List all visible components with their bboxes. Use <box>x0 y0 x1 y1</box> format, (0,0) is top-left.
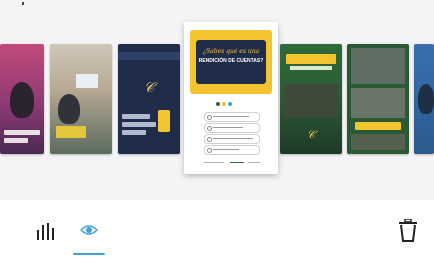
quiz-option <box>204 134 260 144</box>
event-photo <box>284 84 338 118</box>
logo-dot <box>216 102 220 106</box>
caption-bar <box>4 138 28 143</box>
featured-header: ¿Sabes qué es una RENDICIÓN DE CUENTAS? <box>190 30 272 94</box>
caption-bar <box>4 130 40 135</box>
story-thumbnail[interactable] <box>414 44 434 154</box>
poster-script-title: 𝒞 <box>143 80 155 96</box>
story-thumbnail[interactable] <box>50 44 112 154</box>
footer-line <box>230 162 244 163</box>
person-silhouette <box>418 84 434 114</box>
projector-screen <box>76 74 98 88</box>
featured-title-box: ¿Sabes qué es una RENDICIÓN DE CUENTAS? <box>196 40 266 84</box>
bottom-toolbar <box>0 200 434 259</box>
poster-line <box>122 122 156 127</box>
event-photo <box>351 48 405 84</box>
poster-line <box>122 114 150 119</box>
poster-header <box>118 52 180 60</box>
bar-chart-icon[interactable] <box>36 222 58 242</box>
poster-graphic <box>158 110 170 132</box>
person-silhouette <box>10 82 34 118</box>
quiz-option <box>204 145 260 155</box>
story-thumbnail[interactable]: 𝒞 <box>118 44 180 154</box>
footer-line <box>248 162 260 163</box>
active-tab-indicator <box>73 253 105 255</box>
poster-header <box>286 54 336 64</box>
event-photo <box>351 88 405 118</box>
featured-story-card[interactable]: ¿Sabes qué es una RENDICIÓN DE CUENTAS? <box>184 22 278 174</box>
poster-line <box>290 66 332 70</box>
story-thumbnail[interactable]: 𝒞 <box>280 44 342 154</box>
story-gallery: 𝒞 ¿Sabes qué es una RENDICIÓN DE CUENTAS… <box>0 0 434 200</box>
person-silhouette <box>58 94 80 124</box>
footer-line <box>204 162 224 163</box>
caption-block <box>56 126 86 138</box>
poster-line <box>122 130 146 135</box>
eye-icon[interactable] <box>80 223 98 237</box>
story-thumbnail[interactable] <box>347 44 409 154</box>
featured-title-script: ¿Sabes qué es una <box>202 48 260 55</box>
story-thumbnail[interactable] <box>0 44 44 154</box>
event-photo <box>351 134 405 150</box>
logo-dot <box>222 102 226 106</box>
cursor-mark <box>22 2 24 5</box>
featured-title-bold: RENDICIÓN DE CUENTAS? <box>198 58 264 64</box>
caption-block <box>355 122 401 130</box>
poster-script-title: 𝒞 <box>306 128 316 141</box>
quiz-option <box>204 112 260 122</box>
quiz-option <box>204 123 260 133</box>
logo-dot <box>228 102 232 106</box>
trash-icon[interactable] <box>398 218 418 243</box>
